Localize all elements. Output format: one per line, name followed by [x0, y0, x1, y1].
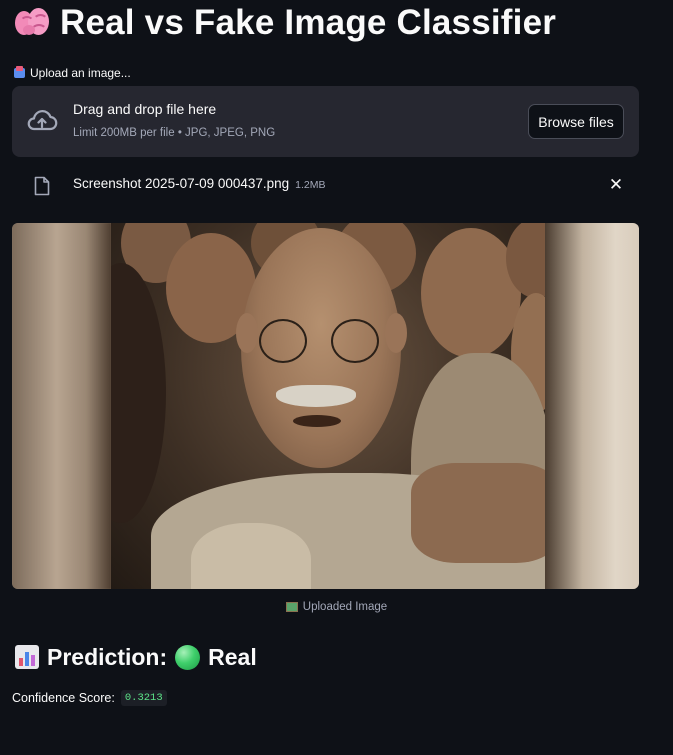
confidence-label: Confidence Score: — [12, 691, 115, 705]
image-blur-right — [545, 223, 639, 589]
close-icon: ✕ — [608, 175, 624, 194]
uploader-label: Upload an image... — [14, 65, 131, 81]
dropzone-title: Drag and drop file here — [73, 101, 217, 117]
uploaded-file-row: Screenshot 2025-07-09 000437.png 1.2MB ✕ — [12, 166, 639, 206]
uploader-label-text: Upload an image... — [30, 66, 131, 80]
bar-chart-icon — [15, 645, 39, 669]
browse-files-button[interactable]: Browse files — [528, 104, 624, 139]
prediction-label: Prediction: — [47, 643, 168, 670]
framed-picture-icon — [285, 602, 298, 612]
image-caption: Uploaded Image — [0, 599, 673, 615]
dropzone-limits: Limit 200MB per file • JPG, JPEG, PNG — [73, 127, 276, 139]
page-title: Real vs Fake Image Classifier — [14, 0, 556, 46]
brain-icon — [14, 5, 50, 41]
file-dropzone[interactable]: Drag and drop file here Limit 200MB per … — [12, 86, 639, 157]
file-size: 1.2MB — [295, 179, 326, 191]
inbox-tray-icon — [14, 66, 25, 78]
remove-file-button[interactable]: ✕ — [606, 174, 626, 196]
prediction-heading: Prediction: Real — [15, 642, 257, 672]
confidence-value: 0.3213 — [120, 690, 167, 706]
image-photo — [111, 223, 545, 589]
uploaded-image — [12, 223, 639, 589]
prediction-value: Real — [208, 643, 257, 670]
file-name-text: Screenshot 2025-07-09 000437.png — [73, 176, 290, 191]
green-circle-icon — [175, 644, 201, 670]
image-blur-left — [12, 223, 111, 589]
file-name: Screenshot 2025-07-09 000437.png 1.2MB — [73, 176, 326, 191]
title-text: Real vs Fake Image Classifier — [60, 3, 557, 42]
confidence-score: Confidence Score: 0.3213 — [12, 689, 167, 707]
image-caption-text: Uploaded Image — [302, 601, 388, 613]
cloud-upload-icon — [27, 110, 58, 131]
file-icon — [34, 176, 50, 196]
